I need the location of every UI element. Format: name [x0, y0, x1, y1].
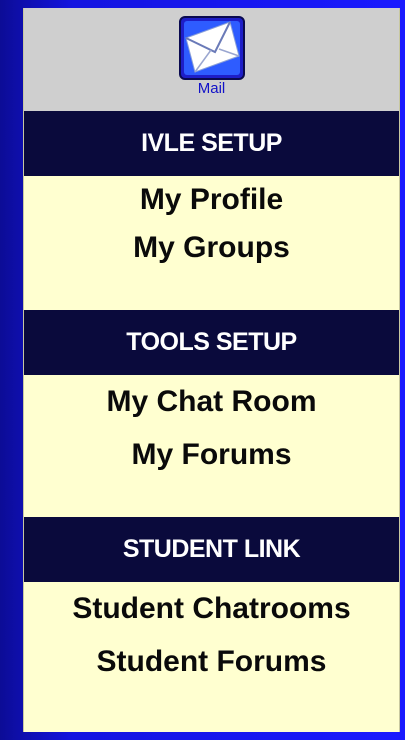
- mail-bar: Mail: [24, 8, 399, 111]
- menu-item-student-chatrooms[interactable]: Student Chatrooms: [24, 591, 399, 627]
- section-header-tools-setup: TOOLS SETUP: [24, 310, 399, 375]
- section-header-ivle-setup: IVLE SETUP: [24, 111, 399, 176]
- menu-item-student-forums[interactable]: Student Forums: [24, 644, 399, 680]
- mail-envelope-icon[interactable]: [178, 16, 245, 80]
- menu-item-my-chat-room[interactable]: My Chat Room: [24, 384, 399, 420]
- mail-link[interactable]: Mail: [172, 16, 252, 108]
- menu-item-my-forums[interactable]: My Forums: [24, 437, 399, 473]
- menu-item-my-groups[interactable]: My Groups: [24, 230, 399, 266]
- mail-label[interactable]: Mail: [172, 80, 252, 98]
- section-header-student-link: STUDENT LINK: [24, 517, 399, 582]
- menu-item-my-profile[interactable]: My Profile: [24, 182, 399, 218]
- sidebar-menu-panel: Mail IVLE SETUP My Profile My Groups TOO…: [23, 8, 400, 732]
